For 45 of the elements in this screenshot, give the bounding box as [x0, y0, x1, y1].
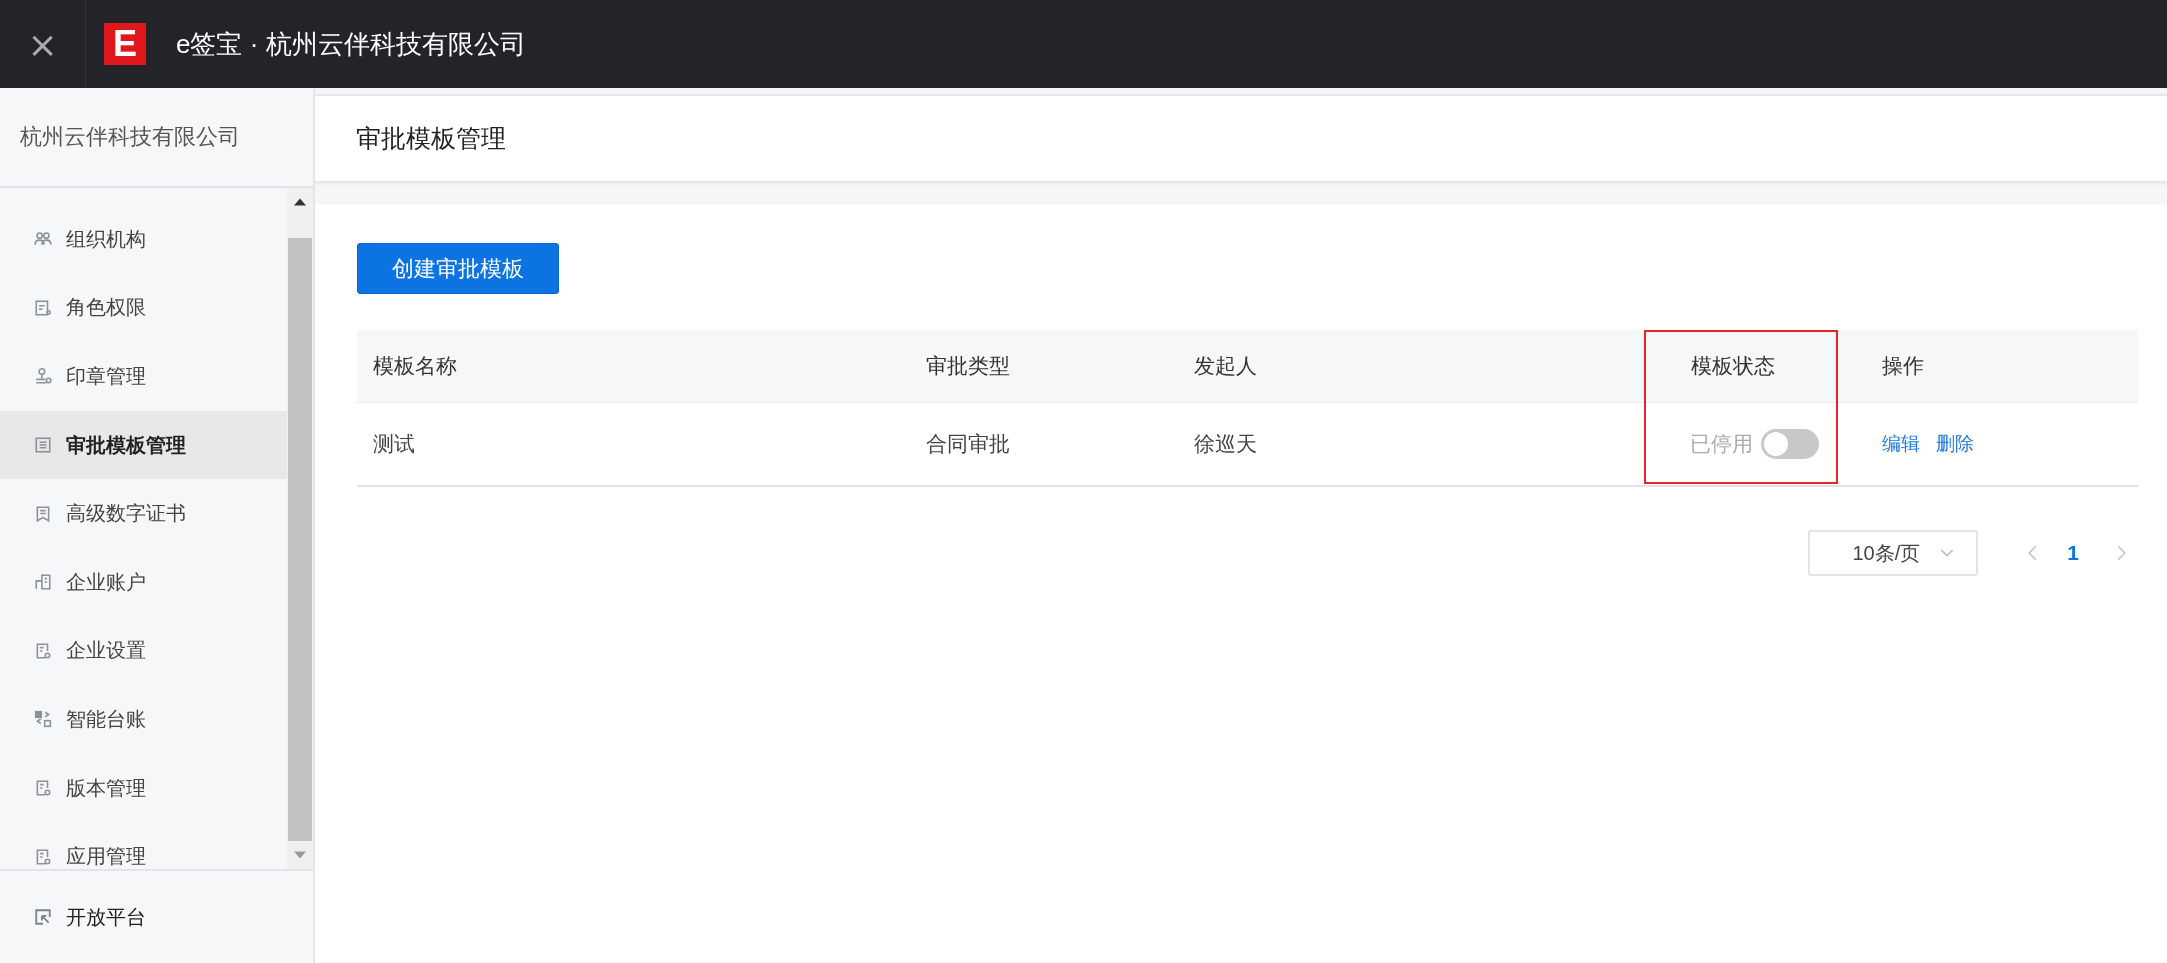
table-cell-text: 合同审批: [925, 431, 1011, 457]
sidebar-item[interactable]: 智能台账: [0, 685, 287, 754]
menu-icon: [34, 573, 52, 592]
page-title: 审批模板管理: [356, 123, 506, 154]
menu-icon: [34, 436, 52, 455]
previous-page-icon[interactable]: [2028, 545, 2038, 561]
column-header: 发起人: [1193, 353, 1258, 379]
scrollbar-thumb[interactable]: [288, 238, 312, 841]
menu-icon: [34, 298, 52, 317]
sidebar-item[interactable]: 企业账户: [0, 547, 287, 617]
app-title: e签宝 · 杭州云伴科技有限公司: [176, 27, 526, 61]
sidebar-item[interactable]: 企业设置: [0, 616, 287, 686]
scroll-down-icon[interactable]: [294, 851, 306, 859]
menu-icon: [34, 367, 52, 386]
page-size-select[interactable]: 10条/页: [1808, 530, 1979, 576]
scrollbar[interactable]: [287, 188, 313, 869]
menu-icon: [34, 504, 52, 523]
sidebar-item[interactable]: 组织机构: [0, 205, 287, 274]
next-page-icon[interactable]: [2117, 545, 2126, 561]
sidebar-item[interactable]: 印章管理: [0, 342, 287, 411]
column-header: 审批类型: [925, 353, 1011, 379]
action-link[interactable]: 删除: [1936, 431, 1974, 457]
status-toggle[interactable]: [1761, 429, 1819, 459]
table-cell-text: 徐巡天: [1193, 431, 1258, 457]
sidebar-item[interactable]: 审批模板管理: [0, 410, 287, 480]
logo: E: [104, 23, 146, 65]
status-label: 已停用: [1690, 431, 1753, 457]
sidebar-item[interactable]: 高级数字证书: [0, 479, 287, 548]
column-header: 模板状态: [1690, 353, 1776, 379]
menu-icon: [34, 779, 52, 798]
sidebar-item[interactable]: 角色权限: [0, 273, 287, 343]
page-number[interactable]: 1: [2067, 541, 2079, 565]
column-header: 操作: [1881, 353, 1925, 379]
sidebar-item[interactable]: 版本管理: [0, 753, 287, 823]
open-platform-icon: [34, 908, 52, 926]
chevron-down-icon: [1940, 548, 1955, 558]
menu-icon: [34, 641, 52, 660]
column-header: 模板名称: [372, 353, 458, 379]
table-cell-text: 测试: [372, 431, 416, 457]
create-template-button[interactable]: 创建审批模板: [357, 243, 559, 294]
company-name: 杭州云伴科技有限公司: [0, 88, 313, 188]
scroll-up-icon[interactable]: [294, 198, 306, 206]
menu-icon: [34, 710, 52, 729]
action-link[interactable]: 编辑: [1882, 431, 1920, 457]
menu-icon: [34, 847, 52, 866]
